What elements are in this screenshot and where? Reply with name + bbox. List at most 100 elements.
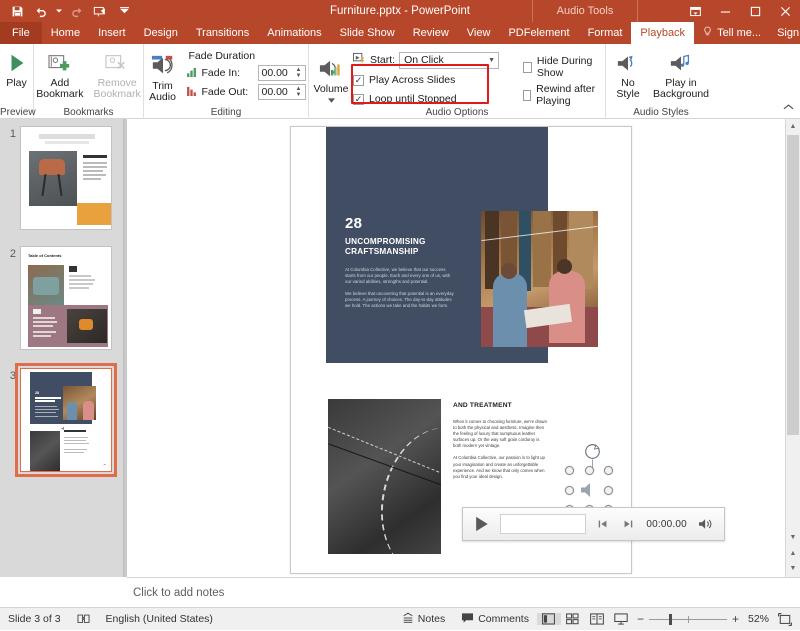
tab-view[interactable]: View — [458, 22, 500, 44]
canvas-vertical-scrollbar[interactable]: ▲ ▼ ▲ ▼ — [785, 119, 800, 577]
slideshow-icon[interactable] — [609, 613, 633, 625]
scrollbar-thumb[interactable] — [787, 135, 799, 435]
no-style-button[interactable]: No Style — [608, 46, 648, 104]
tab-home[interactable]: Home — [42, 22, 89, 44]
tab-format[interactable]: Format — [579, 22, 632, 44]
zoom-slider[interactable]: − + — [633, 612, 743, 626]
zoom-knob[interactable] — [668, 613, 672, 625]
reading-view-icon[interactable] — [585, 613, 609, 625]
fade-out-spinner[interactable]: 00.00 ▲ ▼ — [257, 84, 306, 100]
rotate-icon[interactable] — [584, 443, 601, 460]
minus-icon[interactable]: − — [637, 612, 644, 626]
tab-transitions[interactable]: Transitions — [187, 22, 258, 44]
undo-icon[interactable] — [30, 1, 52, 21]
audio-object-selection[interactable] — [565, 443, 613, 514]
speaker-icon[interactable] — [697, 517, 716, 531]
start-slideshow-icon[interactable] — [89, 1, 111, 21]
play-icon[interactable] — [471, 516, 492, 532]
step-forward-icon[interactable] — [619, 518, 636, 530]
slide-thumbnail-pane[interactable]: 1 2 Table of Contents 3 28 ⌐ — [0, 119, 124, 577]
thumbnail-slide-3[interactable]: 3 28 ⌐ — [0, 363, 123, 477]
remove-bookmark-icon — [104, 48, 130, 78]
redo-icon[interactable] — [65, 1, 87, 21]
trim-audio-button[interactable]: Trim Audio — [143, 49, 183, 107]
tab-design[interactable]: Design — [135, 22, 187, 44]
thumbnail-frame-1[interactable] — [20, 126, 112, 230]
hide-during-show-row[interactable]: Hide During Show — [523, 55, 601, 79]
volume-dropdown-caret[interactable] — [327, 95, 335, 106]
normal-view-icon[interactable] — [536, 613, 561, 625]
next-slide-button[interactable]: ▼ — [786, 561, 800, 576]
audio-playback-control[interactable]: 00:00.00 — [462, 507, 725, 541]
rewind-after-playing-row[interactable]: Rewind after Playing — [523, 83, 601, 107]
hide-during-show-checkbox[interactable] — [523, 61, 532, 73]
tab-slide-show[interactable]: Slide Show — [331, 22, 404, 44]
tab-playback[interactable]: Playback — [631, 22, 695, 44]
thumbnail-slide-1[interactable]: 1 — [0, 126, 123, 230]
slide-section2-heading[interactable]: AND TREATMENT — [453, 402, 583, 410]
undo-dropdown-icon[interactable] — [54, 1, 63, 21]
language-indicator[interactable]: English (United States) — [98, 608, 221, 631]
resize-handle-nw[interactable] — [565, 466, 574, 475]
customize-qat-icon[interactable] — [113, 1, 135, 21]
thumbnail-slide-2[interactable]: 2 Table of Contents — [0, 246, 123, 350]
tab-file[interactable]: File — [0, 22, 42, 44]
sign-in-button[interactable]: Sign in — [769, 22, 800, 44]
no-style-label2: Style — [616, 88, 640, 100]
scroll-down-button[interactable]: ▼ — [786, 530, 800, 545]
rewind-after-playing-checkbox[interactable] — [523, 89, 532, 101]
tab-insert[interactable]: Insert — [89, 22, 135, 44]
slide-counter[interactable]: Slide 3 of 3 — [0, 608, 69, 631]
fade-out-spin-arrows[interactable]: ▲ ▼ — [294, 85, 304, 99]
loop-until-stopped-checkbox[interactable]: ✓ — [353, 93, 364, 105]
loop-until-stopped-row[interactable]: ✓ Loop until Stopped — [353, 91, 499, 107]
slide-body-text[interactable]: At Columbia Collective, we believe that … — [345, 267, 455, 314]
leather-texture-photo[interactable] — [328, 399, 441, 554]
zoom-percent[interactable]: 52% — [743, 613, 773, 625]
slide-canvas-pane[interactable]: 28 UNCOMPROMISING CRAFTSMANSHIP At Colum… — [127, 119, 800, 577]
previous-slide-button[interactable]: ▲ — [786, 546, 800, 561]
resize-handle-w[interactable] — [565, 485, 574, 495]
close-button[interactable] — [770, 0, 800, 22]
slide-heading[interactable]: UNCOMPROMISING CRAFTSMANSHIP — [345, 237, 465, 257]
restore-button[interactable] — [740, 0, 770, 22]
scroll-up-button[interactable]: ▲ — [786, 119, 800, 134]
thumbnail-frame-2[interactable]: Table of Contents — [20, 246, 112, 350]
tab-animations[interactable]: Animations — [258, 22, 330, 44]
fade-in-spin-arrows[interactable]: ▲ ▼ — [294, 66, 304, 80]
save-icon[interactable] — [6, 1, 28, 21]
play-in-background-button[interactable]: Play in Background — [648, 46, 714, 104]
tell-me-box[interactable]: Tell me... — [694, 22, 769, 44]
fit-slide-icon[interactable] — [773, 612, 797, 626]
minimize-button[interactable] — [710, 0, 740, 22]
volume-button[interactable]: Volume — [311, 52, 351, 110]
plus-icon[interactable]: + — [732, 612, 739, 626]
craftsmanship-photo[interactable] — [481, 211, 598, 347]
notes-pane[interactable]: Click to add notes — [127, 577, 800, 607]
resize-handle-e[interactable] — [604, 485, 613, 495]
collapse-ribbon-icon[interactable] — [783, 103, 794, 114]
zoom-track[interactable] — [648, 613, 727, 625]
tab-review[interactable]: Review — [404, 22, 458, 44]
resize-handle-ne[interactable] — [604, 466, 613, 475]
notes-button[interactable]: Notes — [394, 608, 453, 631]
tab-pdfelement[interactable]: PDFelement — [499, 22, 578, 44]
playback-progress-track[interactable] — [500, 514, 586, 534]
fade-in-label: Fade In: — [201, 67, 241, 79]
audio-speaker-object-icon[interactable] — [579, 480, 599, 500]
proofing-icon[interactable] — [69, 608, 98, 631]
play-across-slides-checkbox[interactable]: ✓ — [353, 74, 364, 86]
thumbnail-frame-3[interactable]: 28 ⌐ — [15, 363, 117, 477]
resize-handle-n[interactable] — [584, 466, 594, 475]
ribbon-display-options-icon[interactable] — [680, 0, 710, 22]
start-dropdown[interactable]: On Click ▼ — [399, 51, 500, 69]
fade-in-spinner[interactable]: 00.00 ▲ ▼ — [257, 65, 306, 81]
slide-sorter-icon[interactable] — [561, 613, 585, 625]
trim-audio-icon — [149, 51, 177, 81]
play-across-slides-row[interactable]: ✓ Play Across Slides — [353, 72, 499, 88]
no-style-icon — [615, 48, 641, 78]
add-bookmark-button[interactable]: Add Bookmark — [31, 46, 88, 104]
step-back-icon[interactable] — [594, 518, 611, 530]
comments-button[interactable]: Comments — [453, 608, 537, 631]
slide-section2-body[interactable]: When it comes to choosing furniture, we'… — [453, 419, 548, 486]
